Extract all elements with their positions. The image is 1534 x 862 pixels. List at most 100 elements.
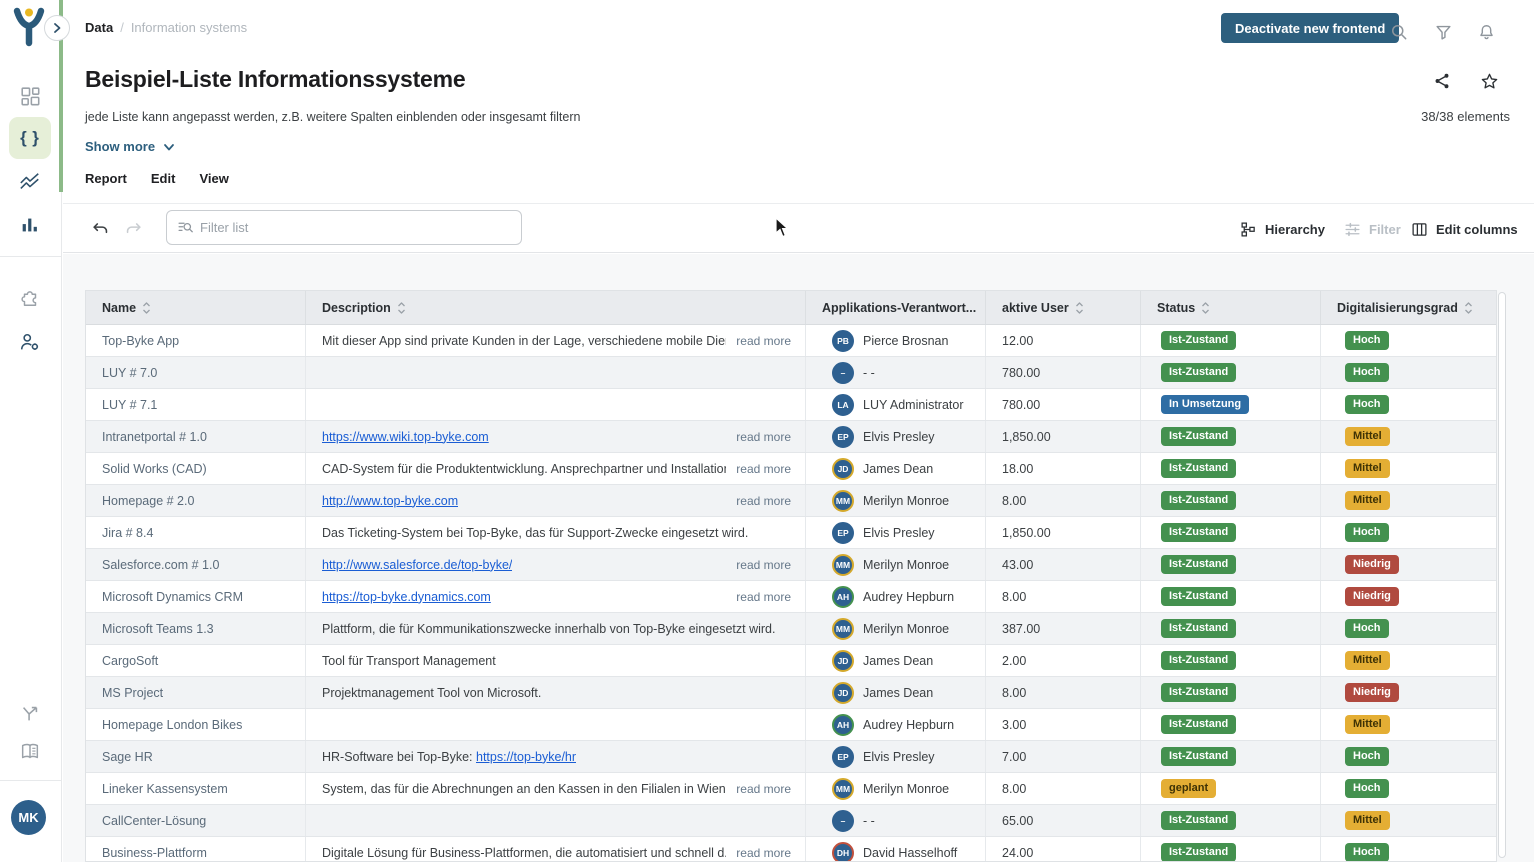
read-more-link[interactable]: read more: [726, 462, 791, 476]
cell-name[interactable]: Top-Byke App: [86, 325, 306, 356]
star-icon[interactable]: [1478, 70, 1500, 92]
cell-name[interactable]: MS Project: [86, 677, 306, 708]
owner-avatar[interactable]: JD: [832, 650, 854, 672]
nav-puzzle-icon[interactable]: [18, 285, 42, 309]
table-row[interactable]: CallCenter-Lösung–- -65.00Ist-ZustandMit…: [86, 805, 1496, 837]
owner-avatar[interactable]: AH: [832, 586, 854, 608]
read-more-link[interactable]: read more: [726, 334, 791, 348]
table-row[interactable]: Jira # 8.4Das Ticketing-System bei Top-B…: [86, 517, 1496, 549]
owner-avatar[interactable]: EP: [832, 522, 854, 544]
table-row[interactable]: LUY # 7.1LALUY Administrator780.00In Ums…: [86, 389, 1496, 421]
owner-avatar[interactable]: MM: [832, 618, 854, 640]
menu-item-view[interactable]: View: [199, 171, 228, 186]
cell-name[interactable]: Microsoft Teams 1.3: [86, 613, 306, 644]
owner-avatar[interactable]: JD: [832, 458, 854, 480]
book-icon[interactable]: [18, 740, 42, 764]
table-row[interactable]: Microsoft Dynamics CRM https://top-byke.d…: [86, 581, 1496, 613]
nav-trend-lines-icon[interactable]: [18, 170, 42, 194]
nav-user-gear-icon[interactable]: [18, 330, 42, 354]
table-row[interactable]: Homepage # 2.0 http://www.top-byke.com rea…: [86, 485, 1496, 517]
cell-name[interactable]: LUY # 7.0: [86, 357, 306, 388]
column-header[interactable]: Digitalisierungsgrad: [1321, 291, 1497, 324]
owner-avatar[interactable]: MM: [832, 554, 854, 576]
cell-name[interactable]: Lineker Kassensystem: [86, 773, 306, 804]
cell-name[interactable]: Business-Plattform: [86, 837, 306, 862]
user-avatar[interactable]: MK: [11, 800, 46, 835]
description-link[interactable]: https://top-byke/hr: [476, 750, 576, 764]
description-link[interactable]: http://www.top-byke.com: [322, 494, 458, 508]
vertical-scrollbar[interactable]: [1498, 292, 1506, 858]
owner-avatar[interactable]: AH: [832, 714, 854, 736]
owner-avatar[interactable]: –: [832, 362, 854, 384]
description-link[interactable]: https://top-byke.dynamics.com: [322, 590, 491, 604]
bell-icon[interactable]: [1473, 19, 1499, 45]
table-row[interactable]: Business-PlattformDigitale Lösung für Bu…: [86, 837, 1496, 862]
owner-avatar[interactable]: MM: [832, 778, 854, 800]
nav-dashboard-grid-icon[interactable]: [18, 84, 42, 108]
table-row[interactable]: Top-Byke AppMit dieser App sind private …: [86, 325, 1496, 357]
cell-name[interactable]: Homepage # 2.0: [86, 485, 306, 516]
read-more-link[interactable]: read more: [726, 590, 791, 604]
owner-avatar[interactable]: MM: [832, 490, 854, 512]
table-row[interactable]: Sage HRHR-Software bei Top-Byke: https:/…: [86, 741, 1496, 773]
read-more-link[interactable]: read more: [726, 494, 791, 508]
redo-button[interactable]: [123, 219, 143, 239]
table-row[interactable]: MS ProjectProjektmanagement Tool von Mic…: [86, 677, 1496, 709]
owner-avatar[interactable]: EP: [832, 426, 854, 448]
filter-funnel-icon[interactable]: [1430, 19, 1456, 45]
edit-columns-button[interactable]: Edit columns: [1411, 217, 1518, 241]
column-header[interactable]: Description: [306, 291, 806, 324]
cell-name[interactable]: Sage HR: [86, 741, 306, 772]
description-link[interactable]: https://www.wiki.top-byke.com: [322, 430, 489, 444]
breadcrumb-root[interactable]: Data: [85, 20, 113, 35]
cell-name[interactable]: CargoSoft: [86, 645, 306, 676]
table-row[interactable]: Salesforce.com # 1.0 http://www.salesforc…: [86, 549, 1496, 581]
read-more-link[interactable]: read more: [726, 782, 791, 796]
table-row[interactable]: Lineker KassensystemSystem, das für die …: [86, 773, 1496, 805]
owner-avatar[interactable]: LA: [832, 394, 854, 416]
show-more-toggle[interactable]: Show more: [85, 139, 175, 154]
column-header[interactable]: Applikations-Verantwort...: [806, 291, 986, 324]
sidebar-collapse-button[interactable]: [44, 15, 70, 41]
filter-list-input[interactable]: [200, 220, 511, 235]
owner-avatar[interactable]: DH: [832, 842, 854, 862]
read-more-link[interactable]: read more: [726, 430, 791, 444]
description-link[interactable]: http://www.salesforce.de/top-byke/: [322, 558, 512, 572]
share-icon[interactable]: [1431, 70, 1453, 92]
column-header[interactable]: aktive User: [986, 291, 1141, 324]
owner-avatar[interactable]: –: [832, 810, 854, 832]
table-row[interactable]: Intranetportal # 1.0 https://www.wiki.top…: [86, 421, 1496, 453]
filter-list-field[interactable]: [166, 210, 522, 245]
deactivate-frontend-button[interactable]: Deactivate new frontend: [1221, 13, 1399, 43]
column-header[interactable]: Name: [86, 291, 306, 324]
cell-name[interactable]: Salesforce.com # 1.0: [86, 549, 306, 580]
owner-avatar[interactable]: PB: [832, 330, 854, 352]
read-more-link[interactable]: read more: [726, 558, 791, 572]
menu-item-edit[interactable]: Edit: [151, 171, 176, 186]
undo-button[interactable]: [90, 219, 110, 239]
cell-name[interactable]: Microsoft Dynamics CRM: [86, 581, 306, 612]
read-more-link[interactable]: read more: [726, 846, 791, 860]
owner-avatar[interactable]: JD: [832, 682, 854, 704]
table-row[interactable]: LUY # 7.0–- -780.00Ist-ZustandHoch: [86, 357, 1496, 389]
hierarchy-button[interactable]: Hierarchy: [1240, 217, 1325, 241]
cell-name[interactable]: Solid Works (CAD): [86, 453, 306, 484]
cell-name[interactable]: CallCenter-Lösung: [86, 805, 306, 836]
table-row[interactable]: Microsoft Teams 1.3Plattform, die für Ko…: [86, 613, 1496, 645]
nav-bar-chart-icon[interactable]: [18, 213, 42, 237]
table-row[interactable]: Solid Works (CAD)CAD-System für die Prod…: [86, 453, 1496, 485]
table-row[interactable]: Homepage London BikesAHAudrey Hepburn3.0…: [86, 709, 1496, 741]
filter-button[interactable]: Filter: [1344, 217, 1401, 241]
column-header[interactable]: Status: [1141, 291, 1321, 324]
cell-name[interactable]: LUY # 7.1: [86, 389, 306, 420]
cell-active-users: 1,850.00: [986, 517, 1141, 548]
branch-y-icon[interactable]: [18, 702, 42, 726]
cell-name[interactable]: Homepage London Bikes: [86, 709, 306, 740]
cell-name[interactable]: Intranetportal # 1.0: [86, 421, 306, 452]
menu-item-report[interactable]: Report: [85, 171, 127, 186]
owner-avatar[interactable]: EP: [832, 746, 854, 768]
search-icon[interactable]: [1386, 19, 1412, 45]
table-row[interactable]: CargoSoftTool für Transport ManagementJD…: [86, 645, 1496, 677]
cell-name[interactable]: Jira # 8.4: [86, 517, 306, 548]
nav-data-braces-active[interactable]: { }: [9, 117, 51, 159]
